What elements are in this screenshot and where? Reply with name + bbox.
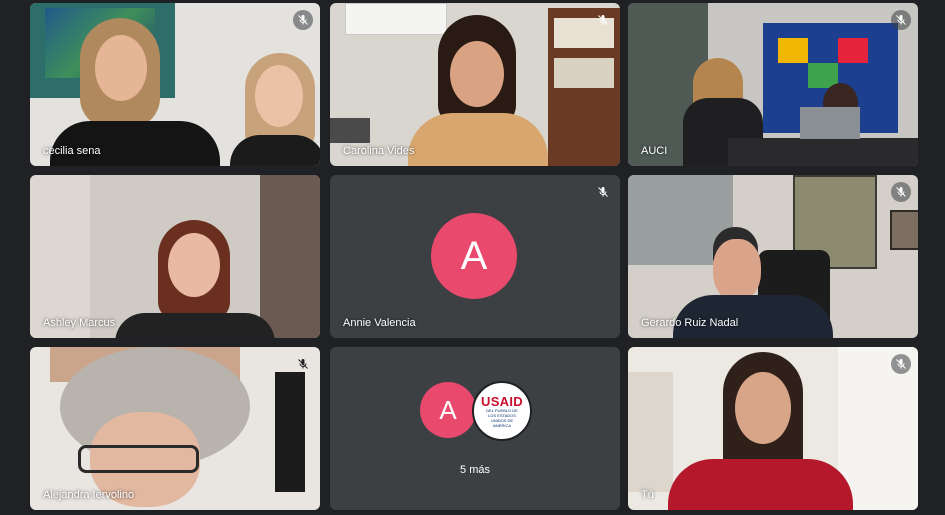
participant-name: Alejandra Iervolino: [43, 489, 135, 501]
overflow-participants-tile[interactable]: A USAID DEL PUEBLO DE LOS ESTADOS UNIDOS…: [330, 347, 620, 510]
participant-tile-alejandra-iervolino[interactable]: Alejandra Iervolino: [30, 347, 320, 510]
participant-avatar: A: [431, 213, 517, 299]
video-feed: [330, 3, 620, 166]
participant-tile-annie-valencia[interactable]: A Annie Valencia: [330, 175, 620, 338]
video-feed: [30, 3, 320, 166]
participant-name: AUCI: [641, 145, 668, 157]
usaid-logo: USAID DEL PUEBLO DE LOS ESTADOS UNIDOS D…: [472, 381, 532, 441]
participant-name: cecilia sena: [43, 145, 101, 157]
mute-indicator: [593, 182, 613, 202]
mic-off-icon: [298, 359, 308, 369]
participant-tile-carolina-vides[interactable]: Carolina Vides: [330, 3, 620, 166]
mic-off-icon: [298, 15, 308, 25]
participant-tile-gerardo-ruiz-nadal[interactable]: Gerardo Ruiz Nadal: [628, 175, 918, 338]
participant-name: Tú: [641, 489, 654, 501]
participant-tile-cecilia-sena[interactable]: cecilia sena: [30, 3, 320, 166]
participant-name: Ashley Marcus: [43, 317, 116, 329]
participant-tile-ashley-marcus[interactable]: Ashley Marcus: [30, 175, 320, 338]
video-feed: [30, 175, 320, 338]
participant-tile-self[interactable]: Tú: [628, 347, 918, 510]
usaid-logo-subtext: DEL PUEBLO DE LOS ESTADOS UNIDOS DE AMÉR…: [486, 407, 518, 428]
avatar-initial: A: [460, 233, 488, 278]
mute-indicator: [293, 354, 313, 374]
mute-indicator: [891, 182, 911, 202]
usaid-logo-text: USAID: [481, 393, 523, 409]
mic-off-icon: [896, 187, 906, 197]
overflow-avatar: A: [420, 382, 476, 438]
mic-off-icon: [896, 15, 906, 25]
mic-off-icon: [598, 15, 608, 25]
mic-off-icon: [896, 359, 906, 369]
mic-off-icon: [598, 187, 608, 197]
participant-name: Carolina Vides: [343, 145, 415, 157]
participant-tile-auci[interactable]: AUCI: [628, 3, 918, 166]
participant-name: Gerardo Ruiz Nadal: [641, 317, 739, 329]
video-feed: [628, 3, 918, 166]
participant-name: Annie Valencia: [343, 317, 416, 329]
avatar-initial: A: [439, 394, 457, 425]
video-feed: [30, 347, 320, 510]
mute-indicator: [593, 10, 613, 30]
video-feed: [628, 175, 918, 338]
mute-indicator: [891, 10, 911, 30]
mute-indicator: [891, 354, 911, 374]
meeting-grid: cecilia sena Carolina Vides AUCI Ashley …: [0, 0, 945, 515]
overflow-count-label: 5 más: [460, 464, 490, 476]
video-feed: [628, 347, 918, 510]
mute-indicator: [293, 10, 313, 30]
overflow-avatar-stack: A USAID DEL PUEBLO DE LOS ESTADOS UNIDOS…: [420, 381, 532, 441]
